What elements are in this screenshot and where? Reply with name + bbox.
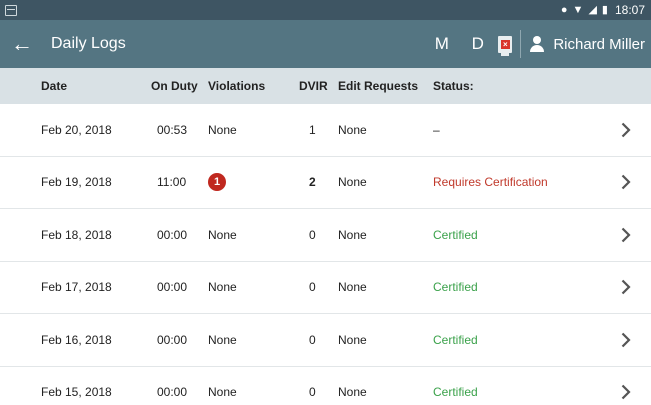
violation-count-badge: 1 <box>208 173 226 192</box>
daily-logs-list: Feb 20, 2018 00:53 None 1 None – Feb 19,… <box>0 104 651 405</box>
row-edit-requests: None <box>338 332 367 347</box>
location-icon: ● <box>560 3 568 16</box>
row-on-duty: 00:53 <box>157 122 188 137</box>
row-on-duty: 00:00 <box>157 332 188 347</box>
wifi-icon: ▼ <box>572 3 584 16</box>
row-dvir: 0 <box>309 227 316 242</box>
certificate-error-icon[interactable]: × <box>498 35 513 56</box>
row-on-duty: 11:00 <box>157 175 187 190</box>
column-date: Date <box>41 79 68 93</box>
row-status: Certified <box>433 385 478 400</box>
chevron-right-icon <box>621 314 631 366</box>
row-status: Requires Certification <box>433 175 548 190</box>
table-row[interactable]: Feb 18, 2018 00:00 None 0 None Certified <box>0 209 651 262</box>
status-icons: ● ▼ ◢ ▮ 18:07 <box>561 3 645 17</box>
notification-icon <box>5 4 17 16</box>
table-row[interactable]: Feb 20, 2018 00:53 None 1 None – <box>0 104 651 157</box>
app-bar: ← Daily Logs M D × Richard Miller <box>0 20 651 68</box>
column-edit-requests: Edit Requests <box>338 79 419 93</box>
column-on-duty: On Duty <box>151 79 198 93</box>
row-edit-requests: None <box>338 227 367 242</box>
row-edit-requests: None <box>338 122 367 137</box>
battery-icon: ▮ <box>601 3 608 16</box>
row-date: Feb 16, 2018 <box>41 332 112 347</box>
chevron-right-icon <box>621 367 631 405</box>
page-title: Daily Logs <box>51 35 126 52</box>
row-status: – <box>433 122 440 137</box>
row-date: Feb 19, 2018 <box>41 175 112 190</box>
table-row[interactable]: Feb 16, 2018 00:00 None 0 None Certified <box>0 314 651 367</box>
row-violations: None <box>208 385 237 400</box>
row-violations: None <box>208 122 237 137</box>
arrow-left-icon: ← <box>11 31 33 56</box>
row-edit-requests: None <box>338 280 367 295</box>
system-status-bar: ● ▼ ◢ ▮ 18:07 <box>0 0 651 20</box>
row-status: Certified <box>433 280 478 295</box>
table-row[interactable]: Feb 17, 2018 00:00 None 0 None Certified <box>0 262 651 314</box>
row-violations: None <box>208 332 237 347</box>
row-on-duty: 00:00 <box>157 280 188 295</box>
column-dvir: DVIR <box>299 79 328 93</box>
user-icon <box>529 35 545 53</box>
row-dvir: 0 <box>309 332 316 347</box>
row-date: Feb 20, 2018 <box>41 122 112 137</box>
row-edit-requests: None <box>338 175 367 190</box>
divider <box>520 30 522 58</box>
column-status: Status: <box>433 79 474 93</box>
row-violations: None <box>208 280 237 295</box>
table-row[interactable]: Feb 19, 2018 11:00 1 2 None Requires Cer… <box>0 157 651 209</box>
back-button[interactable]: ← <box>0 20 44 68</box>
row-date: Feb 17, 2018 <box>41 280 112 295</box>
row-on-duty: 00:00 <box>157 227 188 242</box>
user-name[interactable]: Richard Miller <box>553 36 645 53</box>
chevron-right-icon <box>621 262 631 314</box>
table-row[interactable]: Feb 15, 2018 00:00 None 0 None Certified <box>0 367 651 405</box>
chevron-right-icon <box>621 104 631 156</box>
row-status: Certified <box>433 332 478 347</box>
row-dvir: 0 <box>309 385 316 400</box>
chevron-right-icon <box>621 157 631 209</box>
row-dvir: 0 <box>309 280 316 295</box>
row-status: Certified <box>433 227 478 242</box>
column-violations: Violations <box>208 79 266 93</box>
row-date: Feb 15, 2018 <box>41 385 112 400</box>
clock: 18:07 <box>614 3 645 17</box>
signal-icon: ◢ <box>588 3 597 16</box>
mode-d-button[interactable]: D <box>463 34 492 54</box>
row-dvir: 2 <box>309 175 316 190</box>
row-violations: 1 <box>208 157 226 209</box>
row-violations: None <box>208 227 237 242</box>
table-header: Date On Duty Violations DVIR Edit Reques… <box>0 68 651 104</box>
row-on-duty: 00:00 <box>157 385 188 400</box>
row-dvir: 1 <box>309 122 316 137</box>
chevron-right-icon <box>621 209 631 261</box>
row-date: Feb 18, 2018 <box>41 227 112 242</box>
mode-m-button[interactable]: M <box>427 34 456 54</box>
row-edit-requests: None <box>338 385 367 400</box>
